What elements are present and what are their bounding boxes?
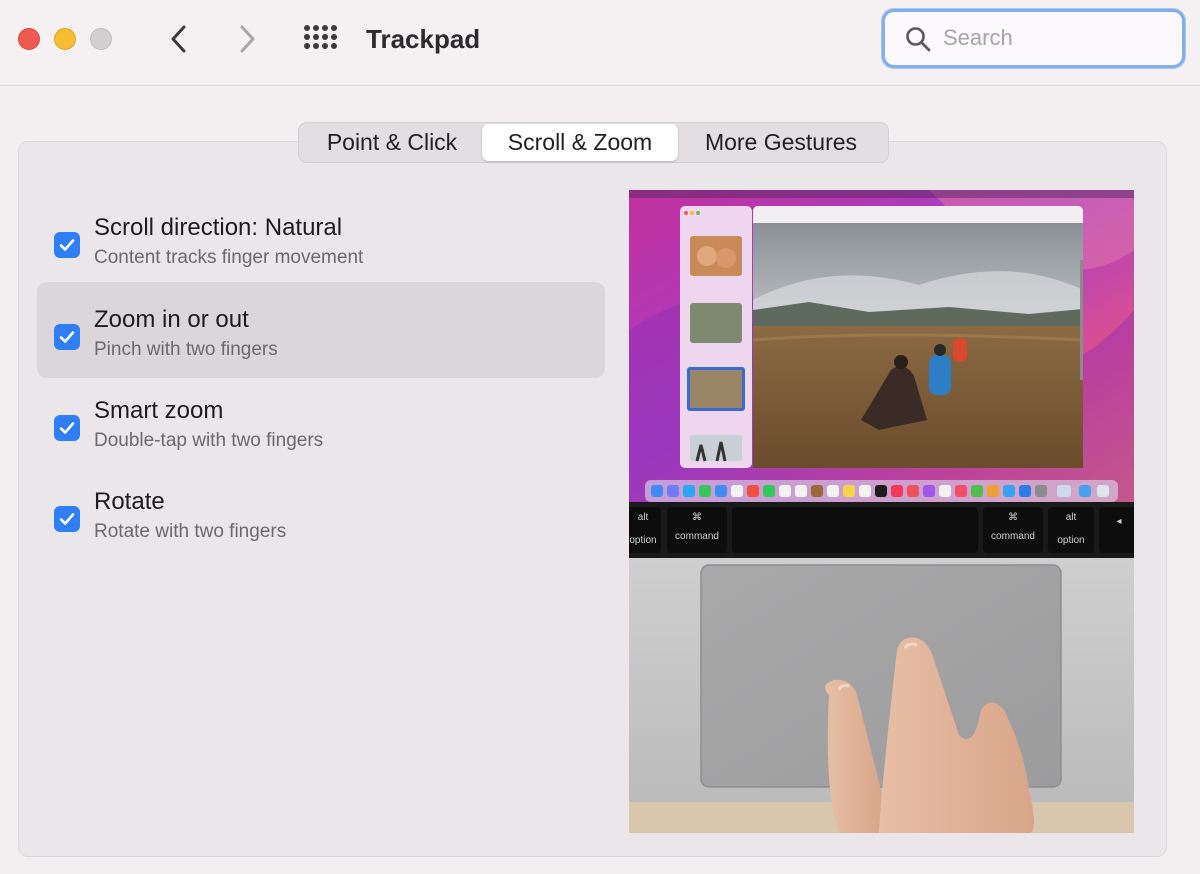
option-description: Pinch with two fingers	[94, 339, 278, 360]
key-option-right: alt option	[1057, 512, 1085, 546]
checkmark-icon	[59, 422, 75, 434]
checkmark-icon	[59, 513, 75, 525]
zoom-checkbox[interactable]	[54, 324, 80, 350]
option-description: Content tracks finger movement	[94, 247, 364, 268]
tab-scroll-and-zoom[interactable]: Scroll & Zoom	[482, 124, 678, 161]
tab-bar: Point & Click Scroll & Zoom More Gesture…	[298, 122, 889, 163]
forward-button[interactable]	[230, 22, 264, 56]
option-rotate[interactable]: Rotate Rotate with two fingers	[37, 464, 605, 560]
key-arrow-left: ◂	[1116, 516, 1122, 527]
rotate-checkbox[interactable]	[54, 506, 80, 532]
option-zoom-in-or-out[interactable]: Zoom in or out Pinch with two fingers	[37, 282, 605, 378]
option-scroll-direction[interactable]: Scroll direction: Natural Content tracks…	[37, 190, 605, 286]
option-label: Scroll direction: Natural	[94, 214, 343, 241]
scroll-direction-checkbox[interactable]	[54, 232, 80, 258]
option-description: Double-tap with two fingers	[94, 430, 324, 451]
key-option-left: alt option	[629, 512, 657, 546]
search-icon	[905, 26, 931, 52]
smart-zoom-checkbox[interactable]	[54, 415, 80, 441]
tab-more-gestures[interactable]: More Gestures	[678, 124, 884, 161]
grid-icon	[304, 25, 337, 49]
option-description: Rotate with two fingers	[94, 521, 287, 542]
tab-point-and-click[interactable]: Point & Click	[302, 124, 482, 161]
option-smart-zoom[interactable]: Smart zoom Double-tap with two fingers	[37, 373, 605, 469]
window-title: Trackpad	[366, 24, 481, 54]
chevron-right-icon	[240, 25, 255, 53]
checkmark-icon	[59, 331, 75, 343]
minimize-button[interactable]	[54, 28, 76, 50]
gesture-preview: alt option ⌘ command ⌘ command alt optio…	[629, 190, 1134, 833]
option-label: Rotate	[94, 488, 165, 515]
show-all-button[interactable]	[302, 22, 340, 56]
key-command-left: ⌘ command	[675, 512, 719, 542]
search-field[interactable]: Search	[882, 9, 1185, 68]
close-button[interactable]	[18, 28, 40, 50]
search-placeholder: Search	[943, 25, 1013, 50]
zoom-button[interactable]	[90, 28, 112, 50]
chevron-left-icon	[171, 25, 186, 53]
title-bar: Trackpad Search	[0, 0, 1200, 86]
option-label: Zoom in or out	[94, 306, 249, 333]
option-label: Smart zoom	[94, 397, 224, 424]
checkmark-icon	[59, 239, 75, 251]
key-command-right: ⌘ command	[991, 512, 1035, 542]
back-button[interactable]	[162, 22, 196, 56]
